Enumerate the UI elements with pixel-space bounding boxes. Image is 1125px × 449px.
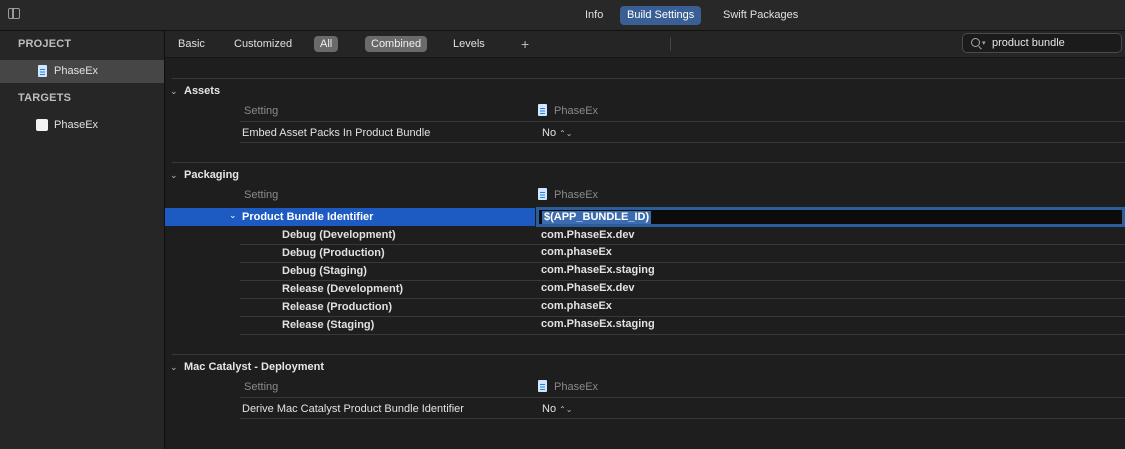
target-app-icon [36, 119, 48, 131]
section-title-packaging: Packaging [184, 169, 240, 181]
search-icon [971, 38, 980, 47]
row-divider [240, 262, 1125, 263]
setting-value-popup[interactable]: No ⌃⌄ [542, 127, 572, 139]
row-divider [240, 121, 1125, 122]
config-label[interactable]: Debug (Production) [282, 247, 385, 259]
row-divider [240, 280, 1125, 281]
sidebar-item-label: PhaseEx [54, 119, 99, 131]
search-input[interactable] [992, 36, 1118, 50]
popup-arrows-icon: ⌃⌄ [559, 129, 573, 138]
tab-info[interactable]: Info [578, 6, 610, 25]
project-column-header: PhaseEx [554, 189, 599, 201]
tab-build-settings[interactable]: Build Settings [620, 6, 702, 25]
filter-divider [670, 37, 671, 51]
config-value[interactable]: com.phaseEx [541, 300, 612, 312]
editor-top-bar: Info Build Settings Swift Packages [0, 0, 1125, 31]
project-file-icon [538, 104, 547, 116]
config-value[interactable]: com.PhaseEx.staging [541, 264, 655, 276]
editing-value[interactable]: $(APP_BUNDLE_ID) [542, 211, 652, 224]
setting-column-header: Setting [244, 105, 279, 117]
section-title-mac-catalyst: Mac Catalyst - Deployment [184, 361, 324, 373]
search-field[interactable]: ▾ [962, 33, 1122, 53]
disclosure-chevron-icon[interactable]: ⌄ [170, 362, 178, 373]
disclosure-chevron-icon[interactable]: ⌄ [229, 210, 237, 221]
config-value[interactable]: com.PhaseEx.dev [541, 229, 635, 241]
targets-header: TARGETS [18, 92, 72, 104]
filter-customized[interactable]: Customized [228, 36, 298, 52]
config-label[interactable]: Release (Production) [282, 301, 392, 313]
config-value[interactable]: com.PhaseEx.staging [541, 318, 655, 330]
config-value[interactable]: com.PhaseEx.dev [541, 282, 635, 294]
filter-levels[interactable]: Levels [447, 36, 491, 52]
disclosure-chevron-icon[interactable]: ⌄ [170, 170, 178, 181]
row-divider [240, 334, 1125, 335]
row-divider [240, 244, 1125, 245]
setting-value-editor[interactable]: $(APP_BUNDLE_ID) [536, 207, 1125, 227]
section-divider [172, 162, 1125, 163]
project-column-header: PhaseEx [554, 105, 599, 117]
sidebar-item-target[interactable]: PhaseEx [0, 114, 164, 137]
section-divider [172, 354, 1125, 355]
setting-label[interactable]: Embed Asset Packs In Product Bundle [242, 127, 430, 139]
disclosure-chevron-icon[interactable]: ⌄ [170, 86, 178, 97]
tab-swift-packages[interactable]: Swift Packages [716, 6, 805, 25]
project-navigator: PROJECT PhaseEx TARGETS PhaseEx [0, 31, 165, 449]
section-divider [172, 78, 1125, 79]
chevron-down-icon: ▾ [982, 40, 986, 47]
selected-setting-row[interactable]: ⌄ Product Bundle Identifier [165, 208, 535, 226]
filter-all[interactable]: All [314, 36, 339, 52]
popup-value: No [542, 127, 557, 139]
filter-combined[interactable]: Combined [365, 36, 428, 52]
setting-column-header: Setting [244, 381, 279, 393]
add-setting-button[interactable]: + [515, 36, 535, 52]
project-file-icon [38, 65, 47, 77]
row-divider [240, 298, 1125, 299]
config-label[interactable]: Debug (Development) [282, 229, 396, 241]
popup-value: No [542, 403, 557, 415]
setting-label[interactable]: Derive Mac Catalyst Product Bundle Ident… [242, 403, 464, 415]
config-label[interactable]: Release (Development) [282, 283, 403, 295]
config-label[interactable]: Release (Staging) [282, 319, 374, 331]
project-file-icon [538, 380, 547, 392]
config-value[interactable]: com.phaseEx [541, 246, 612, 258]
setting-column-header: Setting [244, 189, 279, 201]
sidebar-toggle-icon[interactable] [8, 8, 20, 19]
popup-arrows-icon: ⌃⌄ [559, 405, 573, 414]
sidebar-item-project[interactable]: PhaseEx [0, 60, 164, 83]
sidebar-item-label: PhaseEx [54, 65, 99, 77]
setting-value-popup[interactable]: No ⌃⌄ [542, 403, 572, 415]
row-divider [240, 142, 1125, 143]
row-divider [240, 316, 1125, 317]
project-column-header: PhaseEx [554, 381, 599, 393]
section-title-assets: Assets [184, 85, 221, 97]
project-file-icon [538, 188, 547, 200]
config-label[interactable]: Debug (Staging) [282, 265, 367, 277]
setting-label: Product Bundle Identifier [242, 211, 374, 223]
project-header: PROJECT [18, 38, 72, 50]
row-divider [240, 397, 1125, 398]
row-divider [240, 418, 1125, 419]
filter-basic[interactable]: Basic [172, 36, 211, 52]
